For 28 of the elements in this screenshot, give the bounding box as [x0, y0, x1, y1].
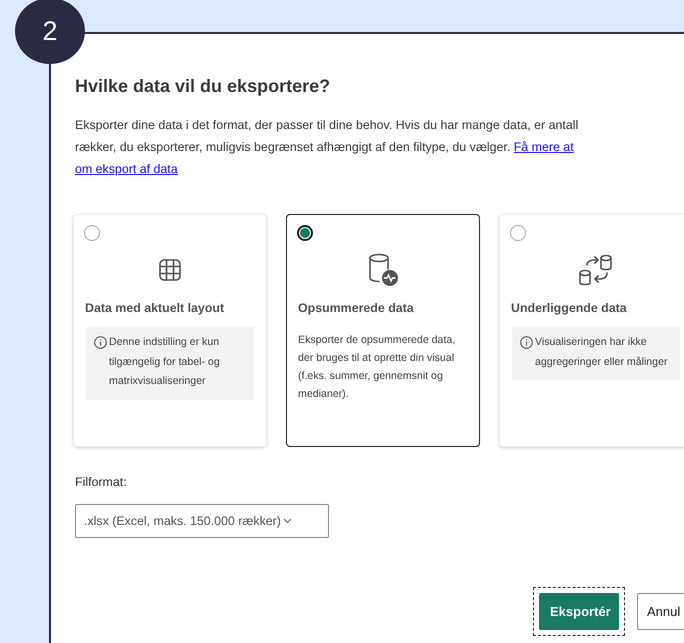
description-text: Eksporter dine data i det format, der passer til dine behov. Hvis du har mange data, er antall	[75, 118, 578, 132]
dialog-title: Hvilke data vil du eksportere?	[75, 76, 332, 97]
chevron-down-icon	[282, 518, 292, 524]
info-icon	[520, 336, 533, 349]
export-option-card[interactable]: Opsummerede data Eksporter de opsummerede data, der bruges til at oprette din visual (f.eks. summer, gennemsnit og medianer).	[286, 214, 480, 447]
grid-icon	[158, 258, 182, 282]
export-button[interactable]: Eksportér	[539, 593, 619, 630]
database-exchange-icon	[577, 253, 615, 287]
radio-button[interactable]	[510, 225, 526, 241]
format-label: Filformat:	[75, 475, 128, 489]
radio-button[interactable]	[297, 225, 313, 241]
export-option-card[interactable]: Data med aktuelt layout Denne indstilling er kun tilgængelig for tabel- og matrixvisualiseringer	[73, 214, 267, 447]
option-title: Data med aktuelt layout	[85, 301, 226, 315]
cancel-button[interactable]: Annul	[637, 593, 684, 630]
info-icon	[94, 336, 107, 349]
info-text: Visualiseringen har ikke aggregeringer eller målinger	[535, 335, 668, 370]
radio-button[interactable]	[84, 225, 100, 241]
learn-more-link[interactable]: Få mere at	[514, 140, 574, 154]
export-option-card[interactable]: Underliggende data Visualiseringen har ikke aggregeringer eller målinger	[499, 214, 684, 447]
database-pulse-icon	[367, 253, 399, 287]
format-dropdown[interactable]: .xlsx (Excel, maks. 150.000 rækker)	[75, 504, 329, 538]
step-badge: 2	[15, 0, 85, 64]
option-description: Eksporter de opsummerede data, der bruges til at oprette din visual (f.eks. summer, gennemsnit og medianer).	[298, 333, 456, 402]
option-title: Underliggende data	[511, 301, 628, 315]
option-title: Opsummerede data	[298, 301, 415, 315]
info-text: Denne indstilling er kun tilgængelig for tabel- og matrixvisualiseringer	[109, 335, 221, 389]
description-text: rækker, du eksporterer, muligvis begrænset afhængigt af den filtype, du vælger.	[75, 140, 510, 154]
learn-more-link[interactable]: om eksport af data	[75, 162, 178, 176]
